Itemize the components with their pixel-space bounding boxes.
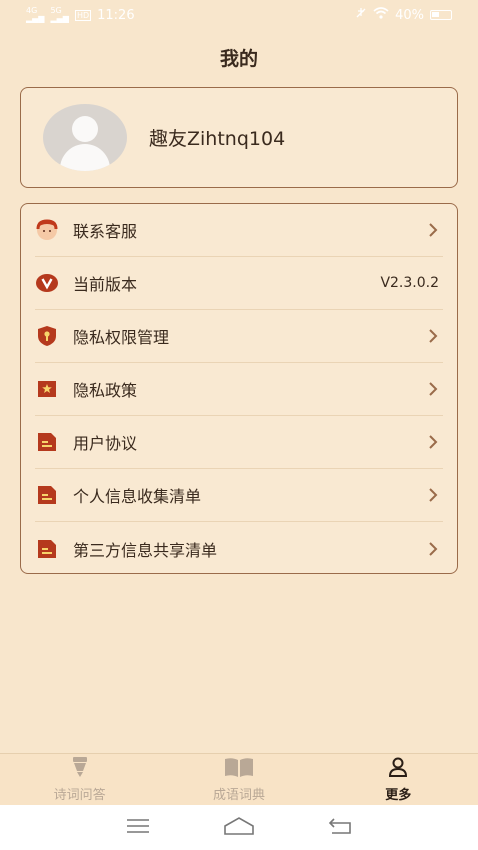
chevron-right-icon bbox=[423, 220, 443, 240]
tab-idiom-dictionary[interactable]: 成语词典 bbox=[179, 756, 299, 803]
menu-item-label: 个人信息收集清单 bbox=[73, 487, 202, 506]
menu-item-privacy-policy[interactable]: 隐私政策 bbox=[35, 363, 443, 416]
battery-percent: 40% bbox=[395, 7, 424, 23]
username: 趣友Zihtnq104 bbox=[149, 128, 286, 150]
page-title: 我的 bbox=[219, 48, 258, 70]
document-icon bbox=[35, 537, 59, 561]
hd-badge: HD bbox=[74, 9, 92, 21]
status-time: 11:26 bbox=[97, 7, 135, 23]
menu-item-label: 隐私权限管理 bbox=[73, 328, 170, 347]
document-icon bbox=[35, 483, 59, 507]
wifi-icon bbox=[373, 7, 389, 23]
tab-label: 成语词典 bbox=[212, 788, 265, 803]
version-icon bbox=[35, 271, 59, 295]
menu-item-user-agreement[interactable]: 用户协议 bbox=[35, 416, 443, 469]
tab-label: 诗词问答 bbox=[53, 788, 106, 803]
menu-item-label: 用户协议 bbox=[73, 434, 138, 453]
bottom-tab-bar: 诗词问答 成语词典 更多 bbox=[0, 753, 478, 805]
chevron-right-icon bbox=[423, 485, 443, 505]
signal-5g-icon: 5G ▂▄▆ bbox=[50, 6, 69, 23]
menu-item-personal-info-list[interactable]: 个人信息收集清单 bbox=[35, 469, 443, 522]
status-left: 4G ▂▄▆ 5G ▂▄▆ HD 11:26 bbox=[26, 7, 135, 23]
document-icon bbox=[35, 430, 59, 454]
book-icon bbox=[224, 756, 254, 782]
settings-menu: 联系客服 当前版本 V2.3.0.2 隐私权限管理 隐私政策 用户协议 个人信息… bbox=[20, 203, 458, 574]
menu-item-label: 联系客服 bbox=[73, 222, 138, 241]
chevron-right-icon bbox=[423, 326, 443, 346]
profile-card[interactable]: 趣友Zihtnq104 bbox=[20, 87, 458, 188]
battery-icon bbox=[430, 10, 452, 20]
policy-star-icon bbox=[35, 377, 59, 401]
menu-item-privacy-permissions[interactable]: 隐私权限管理 bbox=[35, 310, 443, 363]
status-bar: 4G ▂▄▆ 5G ▂▄▆ HD 11:26 40% bbox=[0, 0, 478, 30]
brush-icon bbox=[68, 756, 92, 782]
menu-item-label: 当前版本 bbox=[73, 275, 138, 294]
menu-icon[interactable] bbox=[126, 818, 150, 838]
chevron-right-icon bbox=[423, 379, 443, 399]
signal-4g-icon: 4G ▂▄▆ bbox=[26, 6, 45, 23]
avatar[interactable] bbox=[43, 104, 127, 171]
back-icon[interactable] bbox=[328, 817, 352, 839]
tab-label: 更多 bbox=[385, 788, 412, 803]
chevron-right-icon bbox=[423, 432, 443, 452]
menu-item-customer-service[interactable]: 联系客服 bbox=[35, 204, 443, 257]
menu-item-version[interactable]: 当前版本 V2.3.0.2 bbox=[35, 257, 443, 310]
user-icon bbox=[387, 756, 409, 782]
home-icon[interactable] bbox=[223, 816, 255, 840]
menu-item-label: 第三方信息共享清单 bbox=[73, 540, 218, 560]
chevron-right-icon bbox=[423, 539, 443, 559]
mute-icon bbox=[355, 7, 367, 23]
menu-item-label: 隐私政策 bbox=[73, 381, 138, 400]
customer-service-icon bbox=[35, 218, 59, 242]
menu-item-third-party-sharing[interactable]: 第三方信息共享清单 bbox=[35, 522, 443, 575]
tab-poetry-qa[interactable]: 诗词问答 bbox=[20, 756, 140, 803]
tab-more[interactable]: 更多 bbox=[338, 756, 458, 803]
system-nav-bar bbox=[0, 805, 478, 850]
version-value: V2.3.0.2 bbox=[380, 275, 439, 291]
privacy-shield-icon bbox=[35, 324, 59, 348]
status-right: 40% bbox=[355, 7, 452, 23]
